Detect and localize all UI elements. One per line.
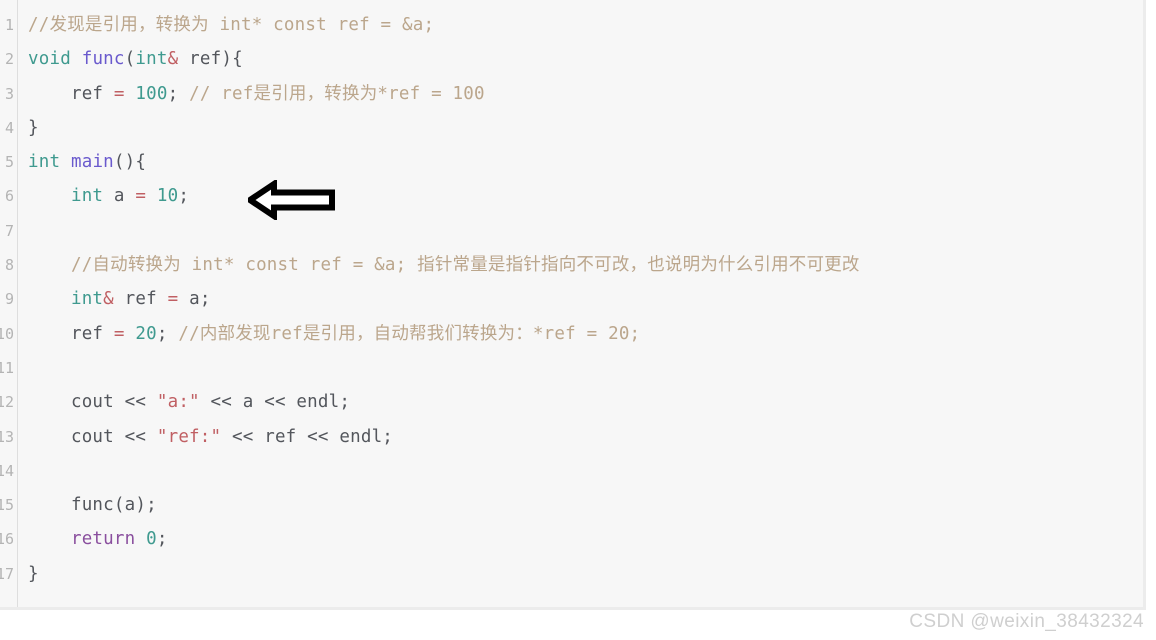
control-keyword-token: return — [70, 529, 136, 550]
code-line-15: func(a); — [28, 488, 1143, 522]
stream-token: << ref << endl; — [221, 426, 394, 447]
line-number: 11 — [0, 358, 14, 377]
csdn-watermark: CSDN @weixin_38432324 — [909, 611, 1144, 632]
code-line-11-blank — [28, 351, 1143, 385]
identifier-token: a; — [178, 289, 211, 310]
line-number: 13 — [0, 427, 14, 446]
keyword-token: int — [135, 49, 168, 70]
code-line-12: cout << "a:" << a << endl; — [28, 385, 1143, 419]
line-number: 7 — [4, 221, 14, 240]
punct-token: (){ — [113, 152, 147, 173]
punct-token: ; — [178, 186, 190, 207]
line-number: 6 — [4, 187, 14, 206]
punct-token: ; — [156, 529, 168, 550]
code-line-9: int& ref = a; — [28, 282, 1143, 316]
code-content[interactable]: //发现是引用，转换为 int* const ref = &a; void fu… — [18, 0, 1143, 607]
keyword-token: void — [28, 49, 71, 70]
punct-token: ){ — [221, 49, 243, 70]
stream-token: << a << endl; — [199, 392, 351, 413]
line-number: 12 — [0, 393, 14, 412]
operator-token: & — [167, 49, 179, 70]
operator-token: = — [135, 186, 147, 207]
stream-token: cout << — [70, 392, 157, 413]
operator-token: = — [167, 289, 179, 310]
punct-token: ( — [124, 49, 136, 70]
indent-token — [28, 255, 71, 275]
number-token: 10 — [146, 186, 179, 207]
code-line-4: } — [28, 111, 1143, 145]
line-number: 2 — [4, 50, 14, 69]
indent-token — [28, 289, 71, 309]
identifier-token: ref — [113, 289, 168, 310]
code-line-14-blank — [28, 454, 1143, 488]
indent-token — [28, 324, 71, 344]
operator-token: = — [113, 83, 125, 104]
screenshot-root: 1 2 3 4 5 6 7 8 9 10 11 12 13 14 15 16 1… — [0, 0, 1156, 640]
stream-token: cout << — [70, 426, 157, 447]
punct-token: ; — [156, 323, 179, 344]
operator-token: & — [103, 289, 114, 310]
punct-token: } — [28, 117, 39, 138]
number-token: 0 — [135, 529, 157, 550]
number-token: 100 — [124, 83, 168, 104]
code-block: 1 2 3 4 5 6 7 8 9 10 11 12 13 14 15 16 1… — [0, 0, 1146, 610]
identifier-token: ref — [70, 323, 114, 344]
indent-token — [28, 84, 71, 104]
line-number: 5 — [4, 153, 14, 172]
identifier-token: a — [103, 186, 136, 207]
comment-token: //内部发现ref是引用，自动帮我们转换为：*ref = 20; — [178, 323, 641, 344]
code-line-3: ref = 100; // ref是引用，转换为*ref = 100 — [28, 77, 1143, 111]
code-line-1: //发现是引用，转换为 int* const ref = &a; — [28, 8, 1143, 42]
code-line-2: void func(int& ref){ — [28, 42, 1143, 76]
function-token: main — [70, 152, 114, 173]
code-line-7-blank — [28, 214, 1143, 248]
indent-token — [28, 186, 71, 206]
comment-token: //发现是引用，转换为 int* const ref = &a; — [28, 15, 435, 35]
code-line-16: return 0; — [28, 522, 1143, 556]
string-token: "a:" — [156, 392, 200, 413]
line-number: 15 — [0, 496, 14, 515]
keyword-token: int — [28, 152, 61, 173]
line-number: 17 — [0, 564, 14, 583]
code-line-6: int a = 10; — [28, 179, 1143, 213]
number-token: 20 — [124, 323, 157, 344]
identifier-token: ref — [70, 83, 114, 104]
line-number: 10 — [0, 324, 14, 343]
line-number: 1 — [4, 16, 14, 34]
function-token: func — [81, 49, 125, 70]
code-block-inner: 1 2 3 4 5 6 7 8 9 10 11 12 13 14 15 16 1… — [0, 0, 1143, 607]
string-token: "ref:" — [156, 426, 222, 447]
code-line-13: cout << "ref:" << ref << endl; — [28, 420, 1143, 454]
line-number: 9 — [4, 290, 14, 309]
line-number-gutter: 1 2 3 4 5 6 7 8 9 10 11 12 13 14 15 16 1… — [0, 0, 18, 607]
line-number: 3 — [4, 84, 14, 103]
line-number: 14 — [0, 461, 14, 480]
line-number: 4 — [4, 118, 14, 137]
line-number: 16 — [0, 530, 14, 549]
indent-token — [28, 427, 71, 447]
indent-token — [28, 495, 71, 515]
indent-token — [28, 529, 71, 549]
code-line-8: //自动转换为 int* const ref = &a; 指针常量是指针指向不可… — [28, 248, 1143, 282]
keyword-token: int — [70, 289, 104, 310]
code-line-5: int main(){ — [28, 145, 1143, 179]
keyword-token: int — [70, 186, 104, 207]
operator-token: = — [113, 323, 125, 344]
punct-token: } — [28, 563, 39, 584]
function-call-token: func(a); — [70, 495, 157, 516]
code-line-10: ref = 20; //内部发现ref是引用，自动帮我们转换为：*ref = 2… — [28, 317, 1143, 351]
identifier-token: ref — [178, 49, 222, 70]
comment-token: // ref是引用，转换为*ref = 100 — [189, 83, 485, 104]
code-line-17: } — [28, 557, 1143, 591]
comment-token: //自动转换为 int* const ref = &a; 指针常量是指针指向不可… — [70, 255, 860, 276]
indent-token — [28, 392, 71, 412]
line-number: 8 — [4, 256, 14, 275]
punct-token: ; — [167, 83, 190, 104]
